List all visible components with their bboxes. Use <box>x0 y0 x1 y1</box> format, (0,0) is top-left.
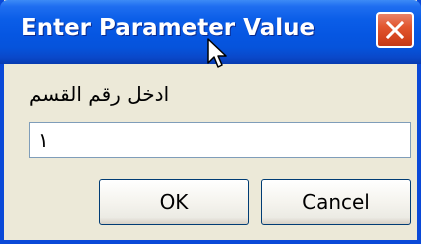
close-icon <box>386 21 404 39</box>
close-button[interactable] <box>376 12 414 48</box>
cancel-button[interactable]: Cancel <box>261 179 411 225</box>
parameter-input[interactable] <box>29 122 411 158</box>
ok-button[interactable]: OK <box>99 179 249 225</box>
parameter-dialog: Enter Parameter Value ادخل رقم القسم OK … <box>0 0 421 244</box>
dialog-title: Enter Parameter Value <box>21 15 316 41</box>
parameter-prompt-label: ادخل رقم القسم <box>29 82 170 106</box>
title-bar[interactable]: Enter Parameter Value <box>0 0 421 64</box>
